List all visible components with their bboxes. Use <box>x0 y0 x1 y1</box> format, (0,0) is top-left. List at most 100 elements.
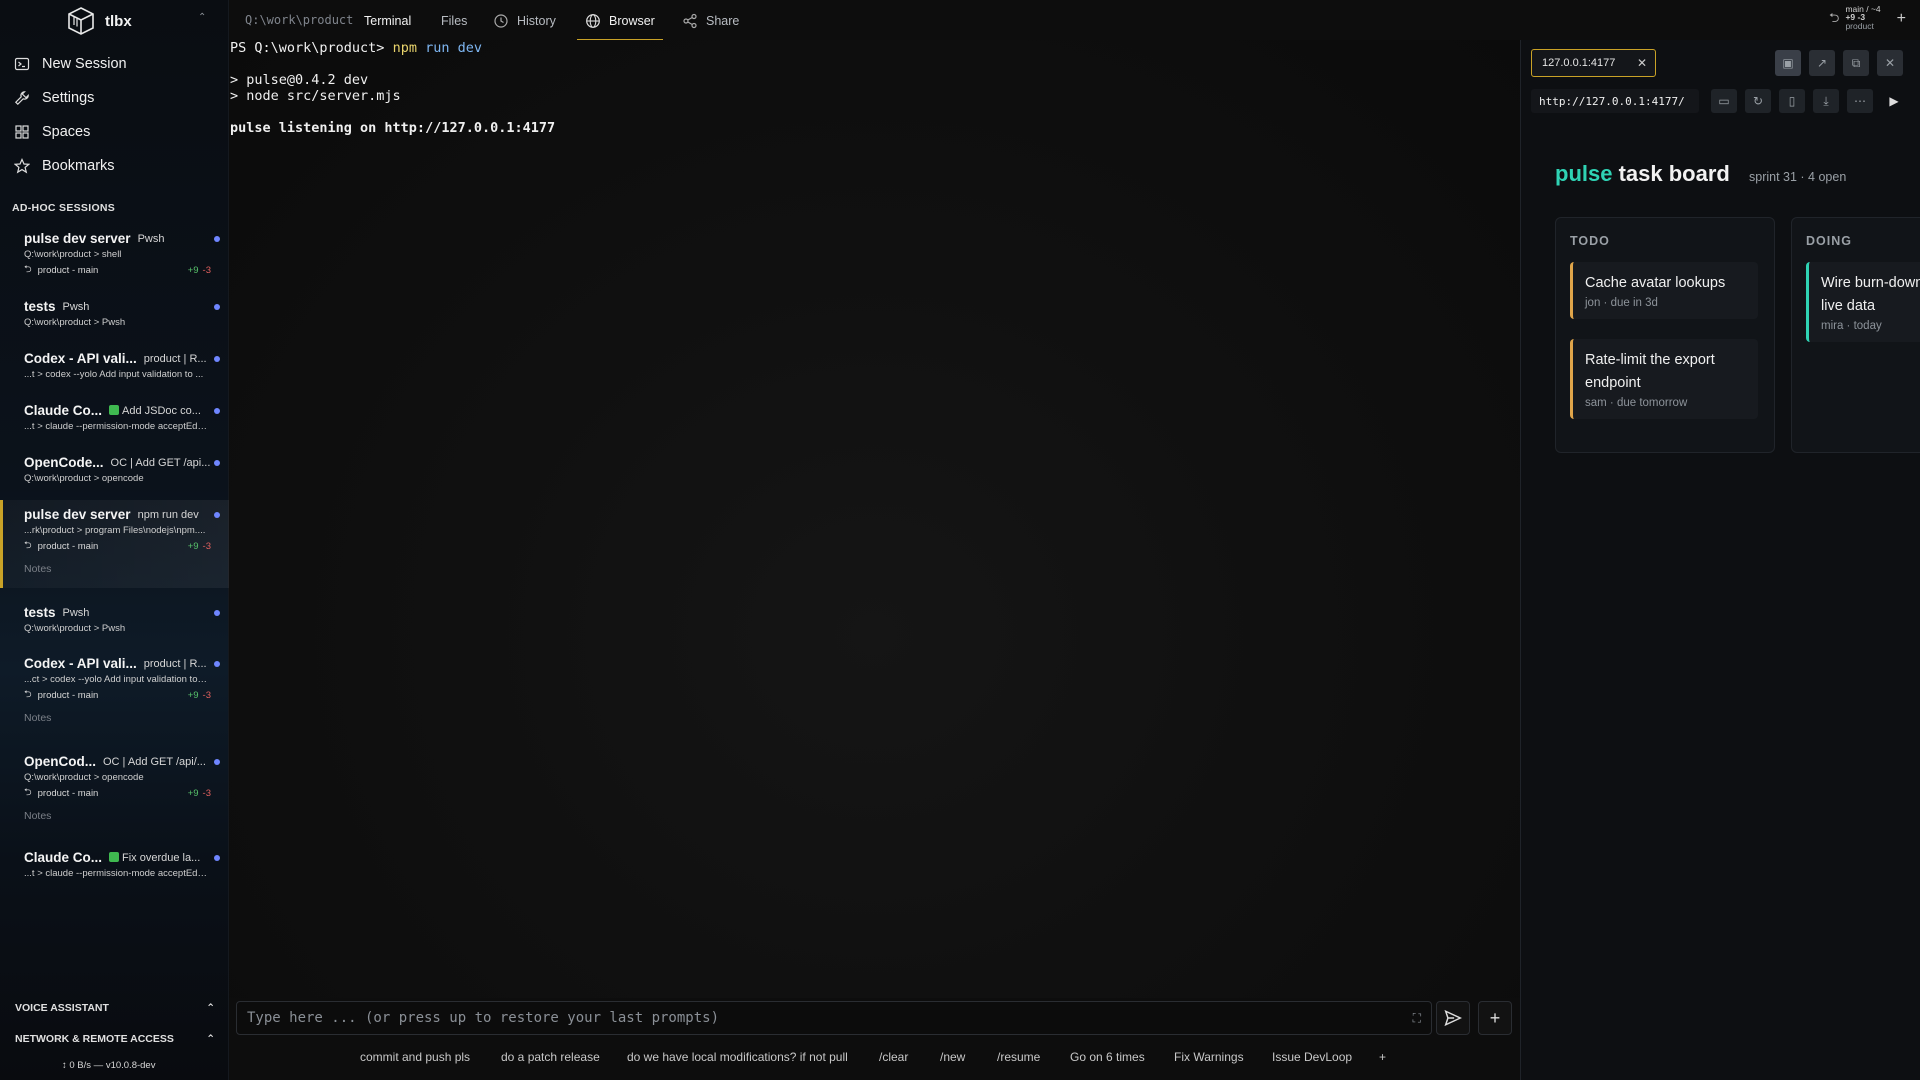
external-link-icon[interactable]: ↗ <box>1809 50 1835 76</box>
voice-assistant-section[interactable]: VOICE ASSISTANT ⌃ <box>15 1002 215 1014</box>
git-summary: main / ~4 +9 -3 product <box>1845 5 1880 31</box>
status-dot <box>214 460 220 466</box>
session-notes[interactable]: Notes <box>24 563 221 575</box>
git-repo: product <box>1845 20 1874 31</box>
network-section[interactable]: NETWORK & REMOTE ACCESS ⌃ <box>15 1033 215 1045</box>
git-branch-icon: ⮌ <box>24 264 32 275</box>
tab-history-label: History <box>517 14 556 28</box>
tab-share[interactable]: Share <box>682 9 739 33</box>
quick-action[interactable]: do we have local modifications? if not p… <box>627 1050 848 1064</box>
browser-viewport[interactable]: pulse task board sprint 31 · 4 open TODO… <box>1521 125 1920 1080</box>
close-icon[interactable]: ✕ <box>1637 56 1647 70</box>
task-meta: mira · today <box>1821 320 1882 332</box>
quick-action[interactable]: commit and push pls <box>360 1050 470 1064</box>
task-card[interactable]: Rate-limit the export endpoint sam · due… <box>1570 339 1758 419</box>
nav-spaces[interactable]: Spaces <box>14 120 90 144</box>
url-field[interactable]: http://127.0.0.1:4177/ <box>1531 89 1699 113</box>
nav-settings[interactable]: Settings <box>14 86 94 110</box>
session-item-active[interactable]: pulse dev server npm run dev ...rk\produc… <box>0 500 229 588</box>
session-tag: Pwsh <box>137 232 165 245</box>
tab-terminal[interactable]: Terminal <box>364 9 411 33</box>
session-item[interactable]: Claude Co... Fix overdue la... ...t > cla… <box>0 849 229 881</box>
session-item[interactable]: Codex - API vali... product | R... ...t >… <box>0 350 229 382</box>
tab-files[interactable]: Files <box>441 9 467 33</box>
session-item[interactable]: tests Pwsh Q:\work\product > Pwsh <box>0 298 229 330</box>
session-branch: ⮌ product - main +9 -3 <box>24 538 221 554</box>
browser-tab-label: 127.0.0.1:4177 <box>1542 57 1616 69</box>
session-tag: OC | Add GET /api/... <box>103 755 206 768</box>
session-item[interactable]: OpenCod... OC | Add GET /api/... Q:\work\… <box>0 753 229 822</box>
session-tag-text: Add JSDoc co... <box>122 404 201 417</box>
git-status[interactable]: ⮌ main / ~4 +9 -3 product + <box>1829 4 1906 31</box>
diff-minus: -3 <box>202 787 211 799</box>
diff-plus: +9 <box>187 689 199 701</box>
tab-browser[interactable]: Browser <box>577 9 663 41</box>
nav-new-session[interactable]: New Session <box>14 52 127 76</box>
expand-icon[interactable]: ⛶ <box>1413 1011 1421 1026</box>
session-command: ...t > claude --permission-mode acceptEd… <box>24 421 208 432</box>
session-item[interactable]: pulse dev server Pwsh Q:\work\product > s… <box>0 230 229 278</box>
status-line: ↕ 0 B/s — v10.0.8-dev <box>62 1060 156 1071</box>
copy-icon[interactable]: ⧉ <box>1843 50 1869 76</box>
session-item[interactable]: OpenCode... OC | Add GET /api... Q:\work\… <box>0 454 229 486</box>
branch-name: product - main <box>37 689 99 701</box>
page-subtitle: sprint 31 · 4 open <box>1749 170 1847 184</box>
quick-action[interactable]: /new <box>940 1050 965 1064</box>
status-dot <box>214 236 220 242</box>
responsive-icon[interactable]: ▭ <box>1711 89 1737 113</box>
quick-action[interactable]: Issue DevLoop <box>1272 1050 1352 1064</box>
tab-history[interactable]: History <box>493 9 556 33</box>
chevron-up-icon: ⌃ <box>206 1033 215 1045</box>
share-icon <box>683 13 697 29</box>
task-title: Cache avatar lookups <box>1585 275 1726 291</box>
task-card[interactable]: Wire burn-down to live data mira · today <box>1806 262 1920 342</box>
terminal-output[interactable]: PS Q:\work\product> npm run dev > pulse@… <box>229 40 1520 998</box>
quick-action[interactable]: Go on 6 times <box>1070 1050 1145 1064</box>
terminal-command: npm <box>392 40 417 56</box>
nav-new-session-label: New Session <box>42 56 127 72</box>
prompt-input[interactable] <box>247 1010 1413 1026</box>
session-item[interactable]: tests Pwsh Q:\work\product > Pwsh <box>0 604 229 636</box>
page-title: pulse task board <box>1555 161 1730 187</box>
app-name: tlbx <box>105 12 132 30</box>
session-title: Codex - API vali... <box>24 351 137 366</box>
reload-icon[interactable]: ↻ <box>1745 89 1771 113</box>
status-dot <box>214 304 220 310</box>
quick-action[interactable]: /resume <box>997 1050 1040 1064</box>
app-brand[interactable]: tlbx <box>65 6 132 36</box>
mobile-icon[interactable]: ▯ <box>1779 89 1805 113</box>
task-meta: sam · due tomorrow <box>1585 397 1688 409</box>
go-icon[interactable]: ▶ <box>1881 89 1907 113</box>
nav-bookmarks[interactable]: Bookmarks <box>14 154 115 178</box>
chevron-up-icon[interactable]: ⌃ <box>198 12 206 23</box>
nav-spaces-label: Spaces <box>42 124 91 140</box>
add-icon[interactable]: + <box>1897 10 1906 28</box>
session-tag: product | R... <box>143 657 207 670</box>
session-item[interactable]: Claude Co... Add JSDoc co... ...t > claud… <box>0 402 229 434</box>
terminal-args: run dev <box>425 40 483 56</box>
ad-hoc-sessions-heading: AD-HOC SESSIONS <box>12 202 116 214</box>
add-prompt-button[interactable]: + <box>1478 1001 1512 1035</box>
close-icon[interactable]: ✕ <box>1877 50 1903 76</box>
more-icon[interactable]: ⋯ <box>1847 89 1873 113</box>
browser-tab[interactable]: 127.0.0.1:4177 ✕ <box>1531 49 1656 77</box>
browser-panel: 127.0.0.1:4177 ✕ ▣ ↗ ⧉ ✕ http://127.0.0.… <box>1520 40 1920 1080</box>
quick-action[interactable]: Fix Warnings <box>1174 1050 1244 1064</box>
wrench-icon <box>14 91 29 106</box>
session-tag: Pwsh <box>62 300 90 313</box>
session-branch: ⮌ product - main +9 -3 <box>24 687 221 703</box>
add-quick-action[interactable]: + <box>1379 1050 1386 1064</box>
task-title: Rate-limit the export endpoint <box>1585 352 1715 391</box>
task-card[interactable]: Cache avatar lookups jon · due in 3d <box>1570 262 1758 319</box>
terminal-line: pulse listening on http://127.0.0.1:4177 <box>230 120 556 136</box>
screenshot-icon[interactable]: ▣ <box>1775 50 1801 76</box>
quick-action[interactable]: do a patch release <box>501 1050 600 1064</box>
send-icon <box>1444 1009 1462 1027</box>
session-item[interactable]: Codex - API vali... product | R... ...ct … <box>0 655 229 724</box>
send-button[interactable] <box>1436 1001 1470 1035</box>
branch-name: product - main <box>37 540 99 552</box>
quick-action[interactable]: /clear <box>879 1050 908 1064</box>
session-notes[interactable]: Notes <box>24 810 221 822</box>
download-icon[interactable]: ⤓ <box>1813 89 1839 113</box>
session-notes[interactable]: Notes <box>24 712 221 724</box>
